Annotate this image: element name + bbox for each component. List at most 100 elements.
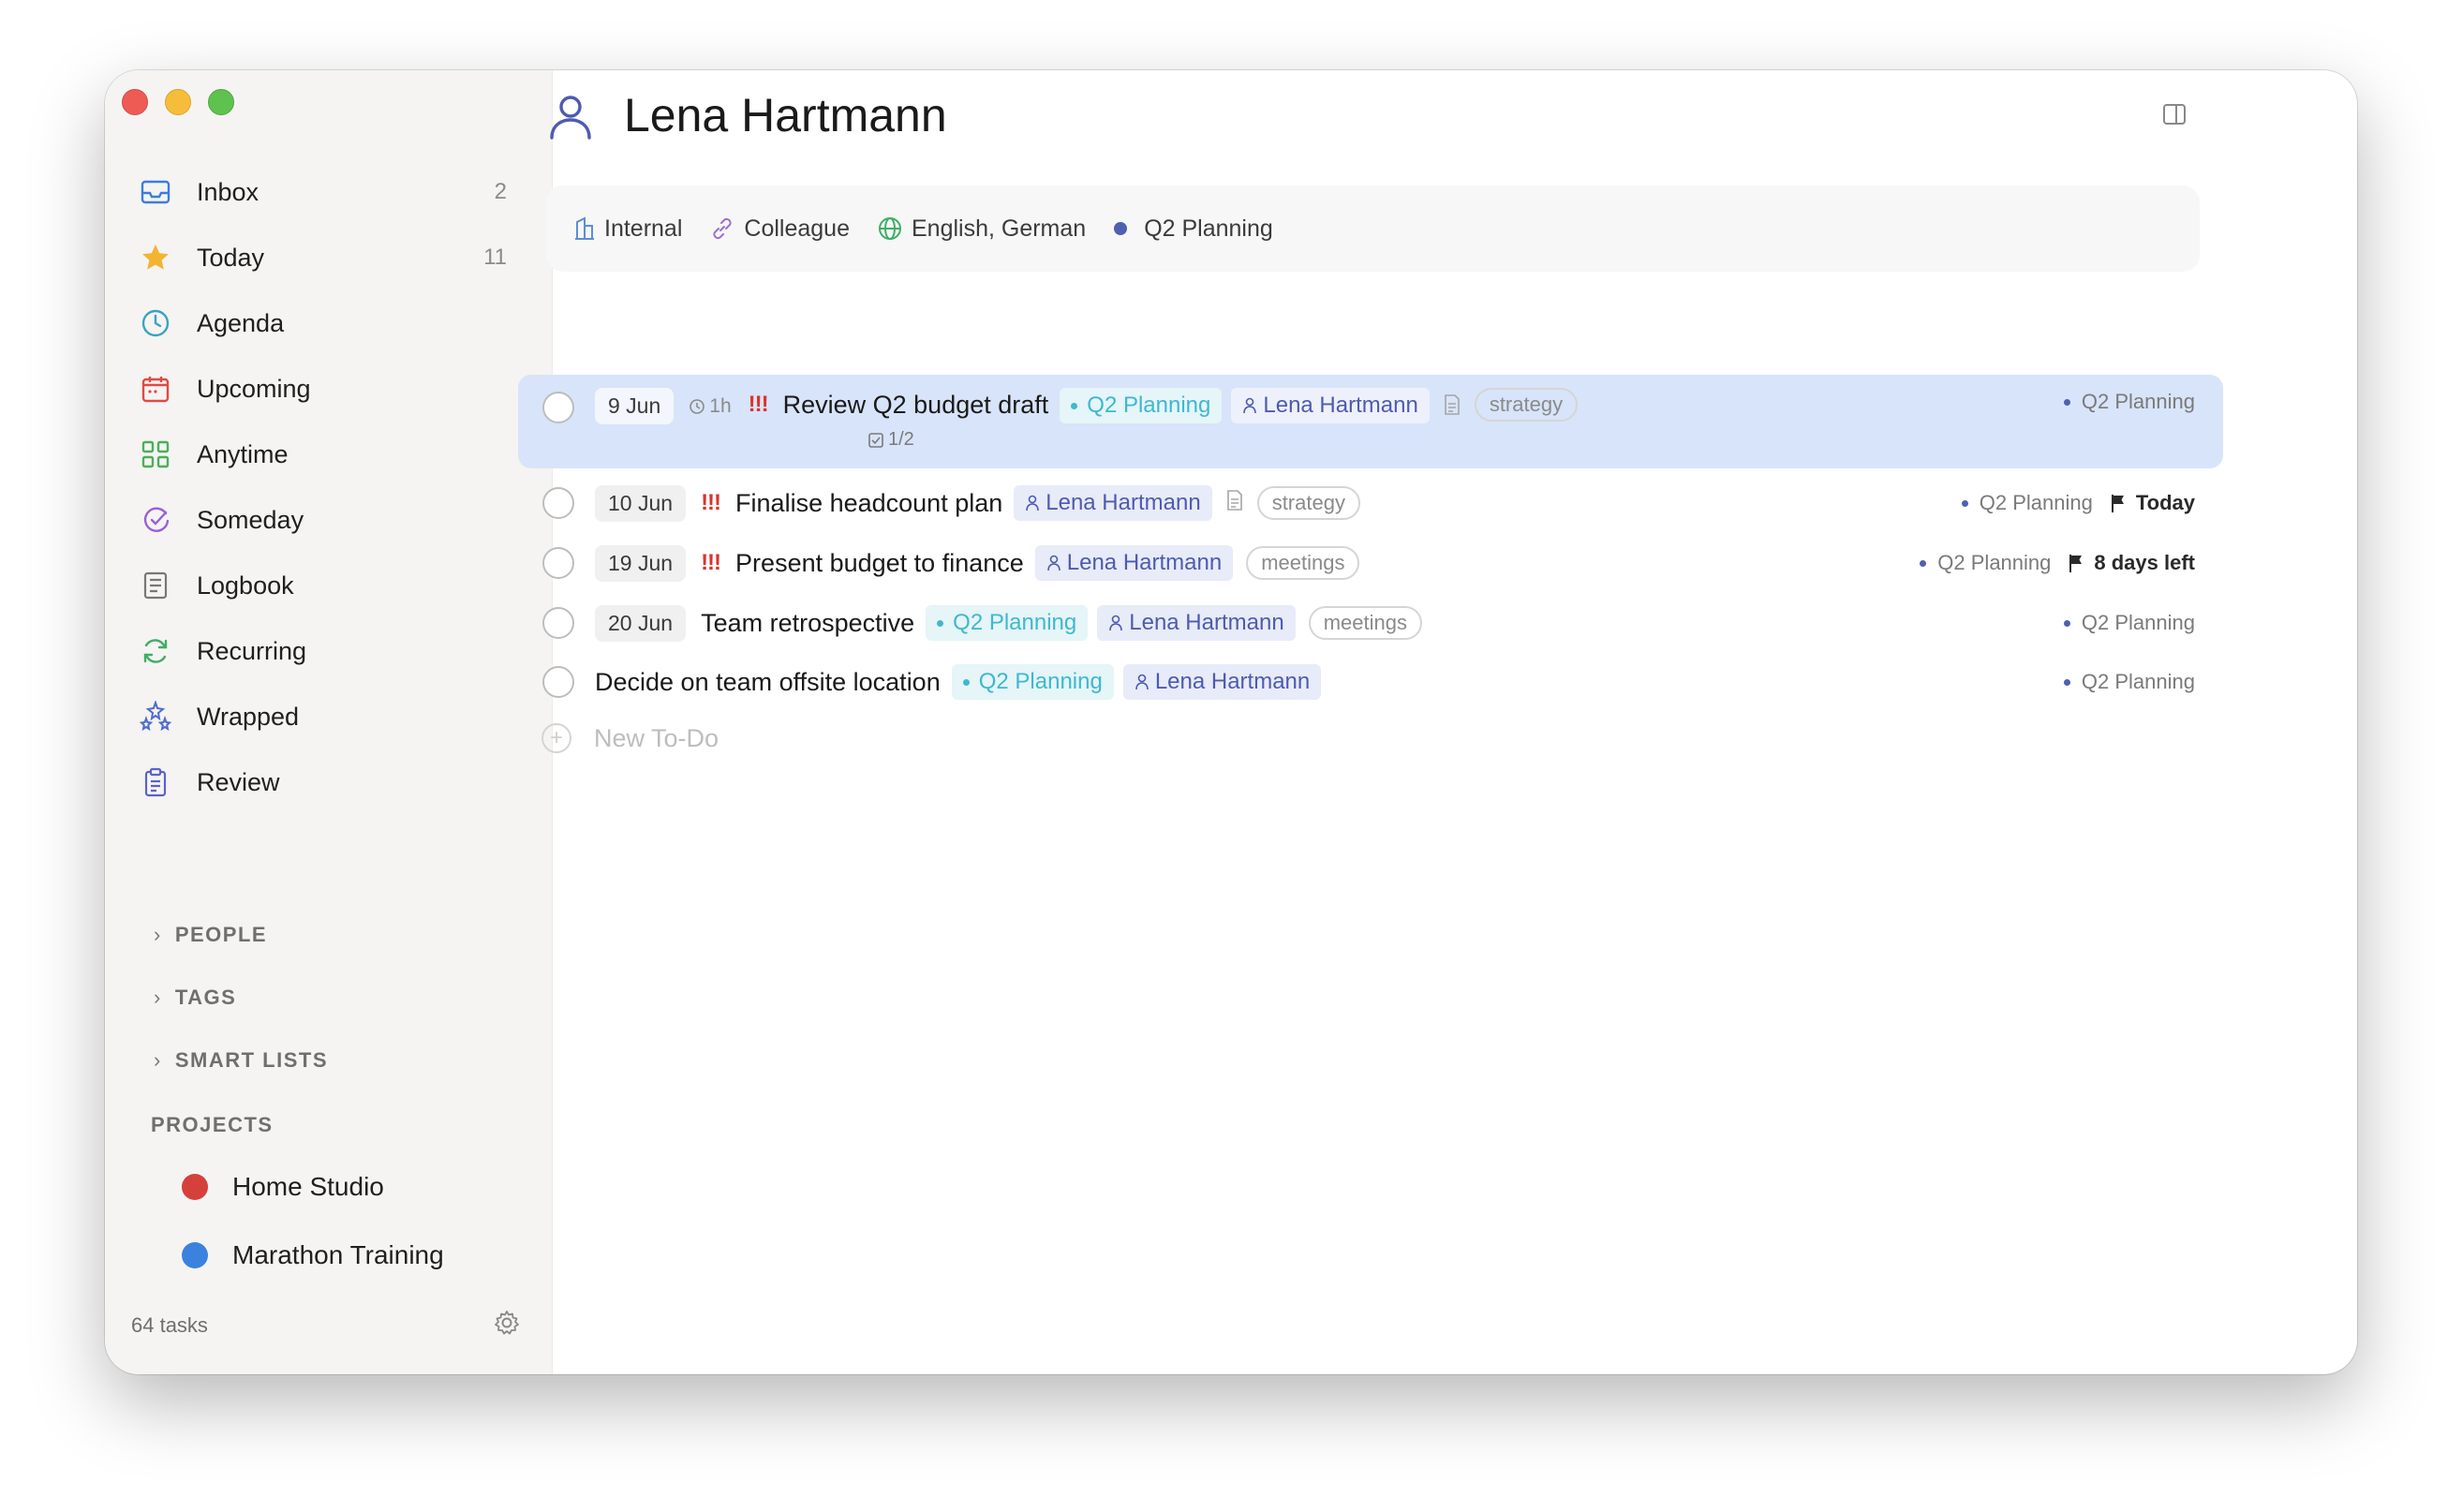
sidebar-item-upcoming[interactable]: Upcoming [139, 356, 507, 422]
meta-project[interactable]: Q2 Planning [1114, 215, 1273, 243]
close-window-button[interactable] [122, 89, 148, 115]
tag-chip[interactable]: strategy [1256, 486, 1360, 520]
task-date-chip[interactable]: 20 Jun [595, 604, 687, 642]
task-checkbox[interactable] [542, 666, 574, 698]
task-title[interactable]: Team retrospective [701, 609, 914, 638]
star-icon [139, 241, 172, 274]
project-dot-icon [1961, 499, 1968, 507]
new-todo-label: New To-Do [594, 723, 719, 752]
task-title[interactable]: Finalise headcount plan [735, 489, 1002, 518]
page-title: Lena Hartmann [624, 89, 947, 141]
project-marathon-training[interactable]: Marathon Training [182, 1240, 444, 1270]
sidebar-panel-toggle-icon[interactable] [2162, 103, 2187, 126]
sidebar-item-label: Review [197, 767, 280, 796]
project-chip-label: Q2 Planning [978, 669, 1103, 694]
meta-relation-label: Colleague [744, 215, 850, 242]
person-icon [1109, 615, 1123, 631]
deadline-label: Today [2135, 491, 2195, 514]
sidebar-item-label: Logbook [197, 571, 294, 600]
tag-chip[interactable]: strategy [1474, 388, 1579, 422]
section-smart-lists[interactable]: › SMART LISTS [154, 1048, 328, 1073]
project-home-studio[interactable]: Home Studio [182, 1172, 384, 1202]
person-icon [1135, 674, 1149, 690]
chevron-right-icon: › [154, 986, 162, 1009]
sidebar-item-inbox[interactable]: Inbox 2 [139, 159, 507, 225]
project-dot-icon [962, 678, 970, 686]
meta-organization-label: Internal [604, 215, 683, 242]
task-project-label: Q2 Planning [1937, 551, 2052, 574]
task-title[interactable]: Present budget to finance [735, 549, 1024, 578]
deadline-badge: 8 days left [2068, 551, 2195, 575]
project-chip[interactable]: Q2 Planning [926, 605, 1089, 641]
new-todo-button[interactable]: + New To-Do [541, 723, 719, 753]
task-row[interactable]: 10 Jun !!! Finalise headcount plan Lena … [518, 473, 2223, 533]
task-row[interactable]: Decide on team offsite location Q2 Plann… [518, 652, 2223, 712]
flag-icon [2111, 495, 2124, 512]
task-date-chip[interactable]: 9 Jun [595, 388, 675, 424]
person-chip[interactable]: Lena Hartmann [1122, 664, 1322, 700]
sidebar-item-label: Upcoming [197, 374, 311, 403]
person-chip[interactable]: Lena Hartmann [1231, 388, 1430, 423]
sidebar-item-today[interactable]: Today 11 [139, 225, 507, 290]
task-project-label: Q2 Planning [2081, 670, 2195, 693]
task-checkbox[interactable] [542, 547, 574, 579]
checklist-progress-label: 1/2 [888, 429, 914, 450]
sidebar-item-logbook[interactable]: Logbook [139, 553, 507, 618]
gear-icon[interactable] [493, 1309, 521, 1337]
deadline-label: 8 days left [2094, 551, 2195, 574]
minimize-window-button[interactable] [165, 89, 191, 115]
task-title[interactable]: Decide on team offsite location [595, 668, 941, 697]
logbook-icon [139, 569, 172, 602]
tag-chip[interactable]: meetings [1246, 546, 1360, 580]
person-meta-bar: Internal Colleague English, German Q2 Pl… [546, 185, 2200, 272]
task-row[interactable]: 9 Jun 1h !!! Review Q2 budget draft Q2 P… [518, 375, 2223, 468]
globe-icon [878, 217, 901, 240]
tag-chip[interactable]: meetings [1308, 606, 1422, 640]
clipboard-icon [139, 765, 172, 799]
task-checkbox[interactable] [542, 392, 574, 423]
person-icon [1026, 495, 1040, 511]
sidebar-item-agenda[interactable]: Agenda [139, 290, 507, 356]
sidebar-item-recurring[interactable]: Recurring [139, 618, 507, 684]
sidebar-item-wrapped[interactable]: Wrapped [139, 684, 507, 749]
person-icon [1046, 555, 1060, 571]
project-chip[interactable]: Q2 Planning [1060, 388, 1223, 423]
project-chip[interactable]: Q2 Planning [951, 664, 1114, 700]
sidebar-item-review[interactable]: Review [139, 749, 507, 815]
project-dot-icon [2063, 678, 2070, 686]
person-chip[interactable]: Lena Hartmann [1014, 485, 1212, 521]
person-chip[interactable]: Lena Hartmann [1034, 545, 1234, 581]
calendar-icon [139, 372, 172, 406]
sidebar-item-count: 2 [494, 179, 507, 204]
task-date-chip[interactable]: 10 Jun [595, 484, 687, 522]
recurring-icon [139, 634, 172, 668]
sidebar-item-anytime[interactable]: Anytime [139, 422, 507, 487]
projects-heading: PROJECTS [151, 1113, 274, 1136]
task-checkbox[interactable] [542, 487, 574, 519]
chevron-right-icon: › [154, 923, 162, 946]
section-tags[interactable]: › TAGS [154, 986, 236, 1010]
task-title[interactable]: Review Q2 budget draft [783, 391, 1049, 420]
chevron-right-icon: › [154, 1048, 162, 1072]
project-dot-icon [2063, 619, 2070, 627]
project-dot-icon [1114, 222, 1128, 235]
zoom-window-button[interactable] [208, 89, 234, 115]
project-chip-label: Q2 Planning [953, 610, 1077, 635]
person-chip[interactable]: Lena Hartmann [1097, 605, 1296, 641]
project-dot-icon [937, 619, 944, 627]
task-date-chip[interactable]: 19 Jun [595, 544, 687, 582]
task-project-meta: Q2 Planning Today [1961, 491, 2195, 515]
task-project-label: Q2 Planning [2081, 390, 2195, 413]
meta-organization: Internal [574, 215, 682, 243]
sidebar-item-someday[interactable]: Someday [139, 487, 507, 553]
task-checkbox[interactable] [542, 607, 574, 639]
task-row[interactable]: 19 Jun !!! Present budget to finance Len… [518, 533, 2223, 593]
inbox-icon [139, 175, 172, 209]
meta-languages-label: English, German [911, 215, 1087, 242]
grid-icon [139, 437, 172, 471]
priority-marker: !!! [701, 490, 721, 515]
task-row[interactable]: 20 Jun Team retrospective Q2 Planning Le… [518, 593, 2223, 653]
someday-icon [139, 503, 172, 537]
person-icon [1243, 397, 1257, 414]
section-people[interactable]: › PEOPLE [154, 923, 267, 947]
